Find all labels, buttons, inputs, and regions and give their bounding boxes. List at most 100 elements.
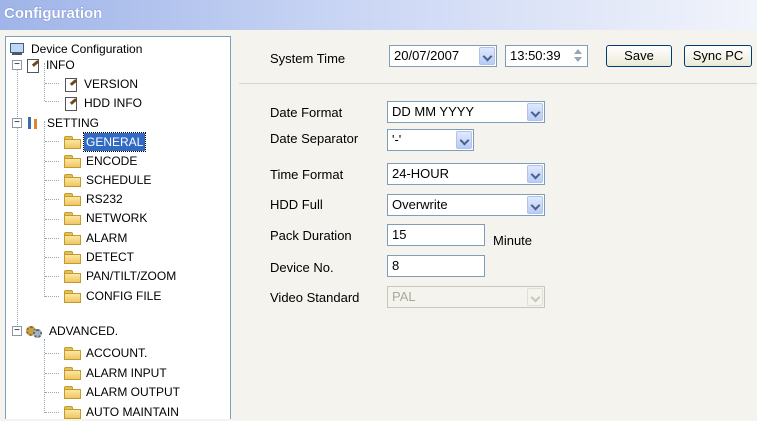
tree-item-schedule[interactable]: SCHEDULE (64, 171, 153, 189)
tree-item-label: HDD INFO (84, 96, 142, 110)
window-title: Configuration (4, 5, 103, 22)
tree-item-account[interactable]: ACCOUNT. (64, 344, 149, 362)
tree-item-config-file[interactable]: CONFIG FILE (64, 287, 163, 305)
hdd-full-value: Overwrite (392, 197, 448, 212)
tree-line (45, 276, 59, 277)
chevron-down-icon (527, 288, 543, 306)
folder-icon (64, 270, 81, 283)
folder-icon (64, 367, 81, 380)
pack-duration-input[interactable]: 15 (387, 224, 485, 246)
tree-node-setting[interactable]: SETTING (26, 114, 101, 132)
tree-line (45, 296, 59, 297)
tree-item-label: ALARM INPUT (86, 366, 167, 380)
collapse-info-toggle[interactable]: − (12, 60, 22, 70)
tree-line (45, 219, 59, 220)
tree-line (45, 180, 59, 181)
tree-item-auto-maintain[interactable]: AUTO MAINTAIN (64, 403, 181, 421)
system-time-label: System Time (270, 51, 346, 66)
tree-item-label: VERSION (84, 77, 139, 91)
tree-node-advanced[interactable]: ADVANCED. (26, 322, 120, 340)
tree-line (45, 373, 59, 374)
chevron-down-icon[interactable] (527, 165, 543, 183)
tree-item-alarm-output[interactable]: ALARM OUTPUT (64, 383, 182, 401)
tree-item-encode[interactable]: ENCODE (64, 152, 139, 170)
tree-item-label: GENERAL (82, 132, 147, 152)
tree-item-label: RS232 (86, 192, 123, 206)
tree-line (45, 238, 59, 239)
tree-item-rs232[interactable]: RS232 (64, 190, 125, 208)
divider (239, 83, 757, 84)
date-separator-value: '-' (392, 132, 402, 147)
folder-icon (64, 406, 81, 419)
date-format-label: Date Format (270, 105, 343, 120)
general-settings-panel: System Time 20/07/2007 13:50:39 Save Syn… (239, 36, 757, 418)
chevron-down-icon[interactable] (527, 196, 543, 214)
tree-item-label: SCHEDULE (86, 173, 152, 187)
tree-item-version[interactable]: VERSION (64, 75, 140, 93)
chevron-down-icon[interactable] (527, 103, 543, 121)
system-time-spinner[interactable]: 13:50:39 (505, 45, 588, 67)
chevron-down-icon[interactable] (479, 47, 495, 65)
tree-line (45, 199, 59, 200)
date-format-select[interactable]: DD MM YYYY (387, 101, 545, 123)
sync-pc-button[interactable]: Sync PC (684, 45, 752, 67)
tree-item-label: NETWORK (86, 211, 148, 225)
date-separator-select[interactable]: '-' (387, 129, 474, 151)
folder-icon (64, 232, 81, 245)
device-no-input[interactable]: 8 (387, 255, 485, 277)
tree-item-label: ALARM OUTPUT (86, 385, 181, 399)
computer-icon (9, 42, 24, 56)
chevron-down-icon[interactable] (456, 131, 472, 149)
document-edit-icon (26, 58, 40, 73)
tree-line (45, 161, 59, 162)
tree-item-label: ENCODE (86, 154, 138, 168)
save-button[interactable]: Save (606, 45, 672, 67)
tree-line (45, 83, 59, 84)
tree-line (45, 101, 59, 102)
tree-item-alarm[interactable]: ALARM (64, 229, 129, 247)
device-no-label: Device No. (270, 260, 334, 275)
collapse-setting-toggle[interactable]: − (12, 118, 22, 128)
tree-line (45, 353, 59, 354)
tree-line (45, 257, 59, 258)
pack-duration-unit: Minute (493, 233, 533, 248)
system-date-picker[interactable]: 20/07/2007 (389, 45, 497, 67)
device-config-tree[interactable]: Device Configuration − INFO VERSION HDD … (5, 36, 231, 419)
tree-item-label: ALARM (86, 231, 128, 245)
collapse-advanced-toggle[interactable]: − (12, 326, 22, 336)
tree-item-pan-tilt-zoom[interactable]: PAN/TILT/ZOOM (64, 267, 178, 285)
video-standard-select: PAL (387, 286, 545, 308)
folder-icon (64, 155, 81, 168)
tree-node-label: INFO (46, 58, 75, 72)
hdd-full-select[interactable]: Overwrite (387, 194, 545, 216)
hdd-full-label: HDD Full (270, 197, 323, 212)
tree-line (45, 141, 59, 142)
folder-icon (64, 212, 81, 225)
time-format-select[interactable]: 24-HOUR (387, 163, 545, 185)
tree-item-label: AUTO MAINTAIN (86, 405, 179, 419)
window-titlebar: Configuration (0, 0, 757, 30)
tree-item-hdd-info[interactable]: HDD INFO (64, 94, 144, 112)
time-format-label: Time Format (270, 167, 344, 182)
tree-item-network[interactable]: NETWORK (64, 209, 149, 227)
tree-item-alarm-input[interactable]: ALARM INPUT (64, 364, 169, 382)
tree-line (45, 412, 59, 413)
document-edit-icon (64, 96, 78, 111)
tree-item-label: ACCOUNT. (86, 346, 148, 360)
pack-duration-label: Pack Duration (270, 228, 352, 243)
tree-line (44, 339, 45, 413)
spin-arrows-icon[interactable] (571, 48, 585, 64)
folder-icon (64, 174, 81, 187)
tree-node-info[interactable]: INFO (26, 56, 77, 74)
tree-item-general[interactable]: GENERAL (64, 132, 147, 152)
system-time-value: 13:50:39 (510, 48, 561, 63)
folder-open-icon (64, 136, 81, 149)
document-edit-icon (64, 77, 78, 92)
tree-node-label: ADVANCED. (49, 324, 119, 338)
tree-item-label: DETECT (86, 250, 134, 264)
folder-icon (64, 251, 81, 264)
time-format-value: 24-HOUR (392, 166, 450, 181)
gears-icon (26, 324, 43, 339)
folder-icon (64, 386, 81, 399)
tree-item-detect[interactable]: DETECT (64, 248, 136, 266)
